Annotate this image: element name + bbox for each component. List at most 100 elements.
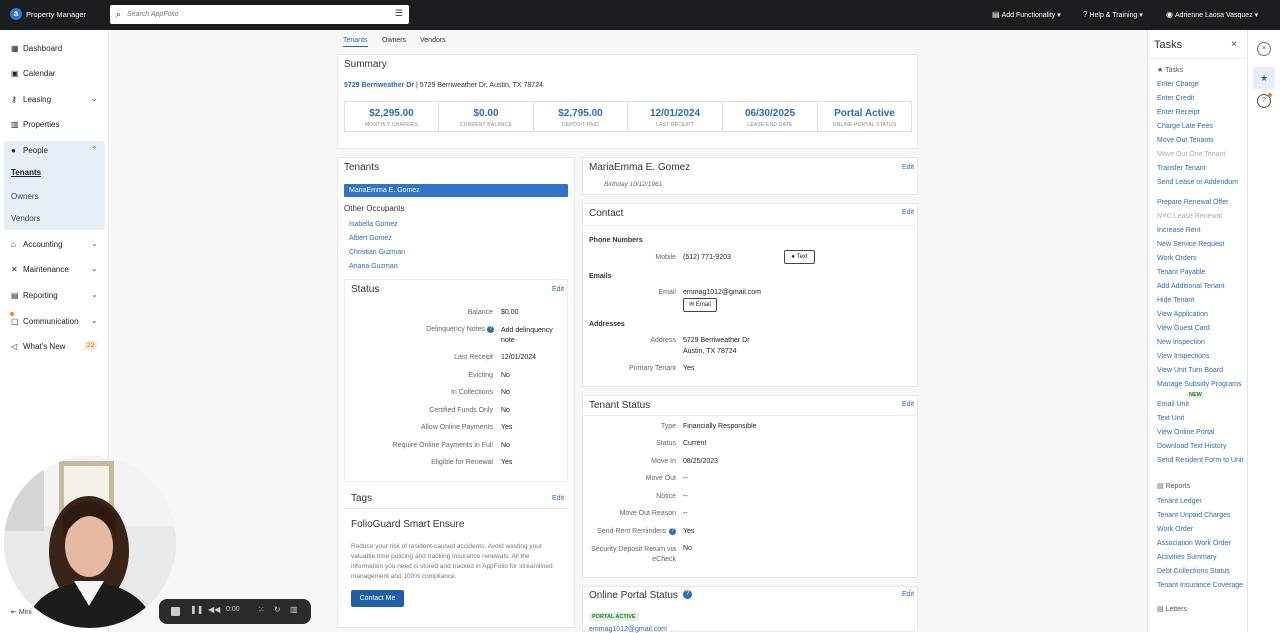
- occupant-link[interactable]: Christian Guzman: [349, 249, 405, 256]
- tab-vendors[interactable]: Vendors: [420, 37, 446, 44]
- sidebar-sub-tenants[interactable]: Tenants: [11, 168, 41, 177]
- task-link[interactable]: Add Additional Tenant: [1157, 282, 1245, 292]
- pause-icon[interactable]: ❚❚: [190, 605, 203, 614]
- report-link[interactable]: Association Work Order: [1157, 539, 1245, 549]
- task-link[interactable]: Increase Rent: [1157, 226, 1245, 236]
- sidebar-item-dashboard[interactable]: ▦ Dashboard: [0, 38, 109, 60]
- occupant-link[interactable]: Ariana Guzman: [349, 263, 398, 270]
- close-icon[interactable]: ×: [1231, 39, 1237, 50]
- sidebar-item-leasing[interactable]: ⚷ Leasing ⌄: [0, 89, 109, 111]
- add-delinquency-note-link[interactable]: Add delinquency note: [501, 326, 563, 346]
- task-link[interactable]: View Online Portal: [1157, 428, 1245, 438]
- sidebar-item-people[interactable]: ● People ⌃: [0, 140, 109, 162]
- sidebar-sub-vendors[interactable]: Vendors: [11, 214, 40, 223]
- balance-value[interactable]: $0.00: [501, 309, 519, 316]
- appfolio-logo-icon[interactable]: a: [10, 8, 22, 20]
- task-link[interactable]: Email Unit: [1157, 400, 1245, 410]
- task-link[interactable]: Move Out One Tenant: [1157, 150, 1245, 160]
- letters-heading: ▤ Letters: [1157, 606, 1187, 613]
- task-link[interactable]: View Guest Card: [1157, 324, 1245, 334]
- contact-me-button[interactable]: Contact Me: [351, 590, 404, 607]
- email-link[interactable]: emmag1012@gmail.com: [683, 289, 761, 296]
- task-link[interactable]: Text Unit: [1157, 414, 1245, 424]
- task-link[interactable]: Charge Late Fees: [1157, 122, 1245, 132]
- task-link[interactable]: Send Resident Form to Unit: [1157, 456, 1245, 466]
- tenant-status-edit-link[interactable]: Edit: [902, 401, 914, 408]
- restart-icon[interactable]: ↻: [274, 605, 281, 614]
- stat-portal-status[interactable]: Portal Active ONLINE PORTAL STATUS: [817, 101, 912, 132]
- status-edit-link[interactable]: Edit: [552, 286, 564, 293]
- task-link[interactable]: Prepare Renewal Offer: [1157, 198, 1245, 208]
- reports-heading: ▤ Reports: [1157, 483, 1191, 490]
- task-link[interactable]: Work Orders: [1157, 254, 1245, 264]
- task-link[interactable]: Download Text History: [1157, 442, 1245, 452]
- address-line-2: Austin, TX 78724: [683, 348, 737, 355]
- emails-heading: Emails: [589, 273, 612, 280]
- online-portal-title: Online Portal Status: [589, 590, 678, 601]
- report-link[interactable]: Tenant Unpaid Charges: [1157, 511, 1245, 521]
- grid-icon[interactable]: ⁙: [258, 605, 265, 614]
- add-functionality-menu[interactable]: ▤ Add Functionality ▾: [992, 10, 1061, 19]
- tab-owners[interactable]: Owners: [382, 37, 406, 44]
- sidebar-item-calendar[interactable]: ▣ Calendar: [0, 63, 109, 85]
- stop-icon[interactable]: [171, 607, 180, 616]
- task-link[interactable]: View Application: [1157, 310, 1245, 320]
- info-icon[interactable]: ?: [487, 326, 494, 333]
- dashboard-icon: ▦: [11, 44, 19, 53]
- close-circle-icon[interactable]: ×: [1257, 42, 1271, 56]
- task-link[interactable]: Transfer Tenant: [1157, 164, 1245, 174]
- task-link[interactable]: New Inspection: [1157, 338, 1245, 348]
- report-link[interactable]: Activities Summary: [1157, 553, 1245, 563]
- rewind-icon[interactable]: ◀◀: [208, 605, 220, 614]
- online-portal-edit-link[interactable]: Edit: [902, 591, 914, 598]
- task-link[interactable]: Move Out Tenants: [1157, 136, 1245, 146]
- task-link[interactable]: Send Lease or Addendum: [1157, 178, 1245, 188]
- search-input[interactable]: [127, 8, 382, 21]
- report-link[interactable]: Tenant Insurance Coverage: [1157, 581, 1245, 591]
- minimize-button[interactable]: ⇤ Mini: [11, 608, 32, 616]
- sidebar-item-reporting[interactable]: ▤ Reporting ⌄: [0, 285, 109, 307]
- phone-link[interactable]: (512) 771-9203: [683, 254, 731, 261]
- contact-edit-link[interactable]: Edit: [902, 209, 914, 216]
- tenant-edit-link[interactable]: Edit: [902, 164, 914, 171]
- tenant-status-value: 08/25/2023: [683, 458, 719, 465]
- task-link[interactable]: Tenant Payable: [1157, 268, 1245, 278]
- occupant-link[interactable]: Isabella Gomez: [349, 221, 398, 228]
- task-link[interactable]: Enter Credit: [1157, 94, 1245, 104]
- task-link[interactable]: View Inspections: [1157, 352, 1245, 362]
- sidebar-item-properties[interactable]: ▥ Properties: [0, 114, 109, 136]
- user-menu[interactable]: ◉ Adrienne Laosa Vasquez ▾: [1166, 10, 1258, 19]
- task-link[interactable]: Hide Tenant: [1157, 296, 1245, 306]
- tenant-status-label: Type: [660, 423, 676, 430]
- report-link[interactable]: Tenant Ledger: [1157, 497, 1245, 507]
- task-link[interactable]: View Unit Turn Board: [1157, 366, 1245, 376]
- property-link[interactable]: 5729 Berriweather Dr: [344, 82, 414, 89]
- star-icon[interactable]: ★: [1253, 67, 1275, 89]
- search-box[interactable]: ⌕ ☰: [110, 5, 409, 24]
- task-link[interactable]: Enter Charge: [1157, 80, 1245, 90]
- email-button[interactable]: ✉ Email: [683, 298, 717, 312]
- trash-icon[interactable]: ▥: [290, 605, 298, 614]
- help-training-menu[interactable]: ? Help & Training ▾: [1083, 10, 1143, 19]
- sidebar-item-communication[interactable]: ▢ Communication ⌄: [0, 311, 109, 333]
- task-link[interactable]: NYC Lease Renewal: [1157, 212, 1245, 222]
- sidebar-item-maintenance[interactable]: ✕ Maintenance ⌄: [0, 259, 109, 281]
- tab-tenants[interactable]: Tenants: [343, 37, 368, 47]
- info-icon[interactable]: ?: [669, 528, 676, 535]
- text-button[interactable]: ● Text: [784, 250, 815, 264]
- report-link[interactable]: Debt Collections Status: [1157, 567, 1245, 577]
- sidebar-item-whats-new[interactable]: ◁ What's New 22: [0, 336, 109, 358]
- info-icon[interactable]: ?: [683, 590, 692, 599]
- tenant-status-label: Status: [656, 440, 676, 447]
- task-link[interactable]: New Service Request: [1157, 240, 1245, 250]
- task-link[interactable]: Manage Subsidy Programs: [1157, 380, 1245, 390]
- task-link[interactable]: Enter Receipt: [1157, 108, 1245, 118]
- last-receipt-value[interactable]: 12/01/2024: [501, 354, 536, 361]
- sidebar-sub-owners[interactable]: Owners: [11, 192, 39, 201]
- occupant-link[interactable]: Albert Gomez: [349, 235, 392, 242]
- sidebar-item-accounting[interactable]: ⌂ Accounting ⌄: [0, 234, 109, 256]
- tags-edit-link[interactable]: Edit: [552, 495, 564, 502]
- selected-tenant-row[interactable]: MariaEmma E. Gomez: [344, 184, 568, 197]
- filter-icon[interactable]: ☰: [395, 8, 403, 19]
- report-link[interactable]: Work Order: [1157, 525, 1245, 535]
